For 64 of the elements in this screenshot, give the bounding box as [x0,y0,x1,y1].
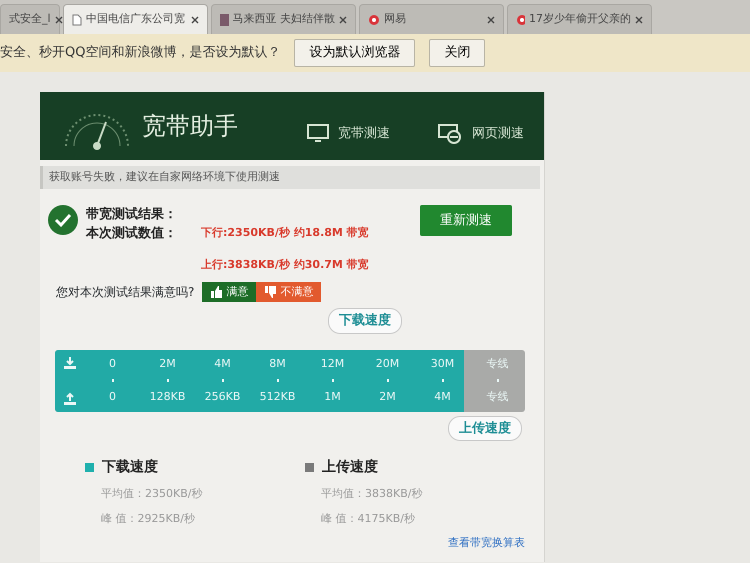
tab-title: 中国电信广东公司宽 [86,11,185,28]
thumbs-down-icon [264,286,276,298]
close-icon[interactable] [635,16,643,24]
page-icon [72,14,82,26]
browser-tab[interactable]: 网易 [359,4,504,34]
notice-text: 获取账号失败，建议在自家网络环境下使用测速 [40,166,540,188]
retest-button[interactable]: 重新测速 [420,204,512,236]
result-heading: 带宽测试结果： [86,206,177,224]
browser-icon [438,123,464,145]
tab-title: 网易 [384,11,406,28]
scale-label: 128KB [150,389,186,405]
tab-title: 式安全_l [9,11,51,28]
browser-tab[interactable]: 马来西亚 夫妇结伴散 [211,4,356,34]
scale-label: 12M [320,356,344,372]
browser-tab[interactable]: 中国电信广东公司宽 [63,4,208,34]
browser-tab[interactable]: 式安全_l [0,4,60,34]
download-speed-bubble: 下载速度 [328,308,402,334]
thumbs-up-icon [210,286,222,298]
conversion-link[interactable]: 查看带宽换算表 [448,535,525,552]
upload-speed-bubble: 上传速度 [448,416,522,441]
feedback-button[interactable]: 满意 [202,282,256,302]
check-icon [48,204,78,234]
average-value: 平均值：2350KB/秒 [101,486,204,502]
download-result: 下行:2350KB/秒 约18.8M 带宽 [201,224,369,240]
peak-value: 峰 值：4175KB/秒 [321,510,416,526]
infobar-message: 安全、秒开QQ空间和新浪微博，是否设为默认？ [0,44,280,62]
scale-label: 512KB [260,389,296,405]
monitor-icon [306,123,330,145]
scale-label: 256KB [204,389,240,405]
nav-link[interactable]: 网页测速 [472,124,524,144]
scale-label: 30M [430,356,454,372]
feedback-question: 您对本次测试结果满意吗? [56,284,194,301]
upload-icon [63,392,77,406]
tab-title: 马来西亚 夫妇结伴散 [232,11,335,28]
infobar-button[interactable]: 设为默认浏览器 [294,39,416,67]
legend-title: 上传速度 [322,458,378,477]
scale-label: 2M [379,389,396,405]
browser-tab[interactable]: 17岁少年偷开父亲的 [507,4,652,34]
nav-link[interactable]: 宽带测速 [338,124,390,144]
peak-value: 峰 值：2925KB/秒 [101,510,196,526]
scale-label: 1M [324,389,341,405]
scale-label: 8M [269,356,286,372]
result-label: 本次测试数值： [86,225,177,243]
tab-title: 17岁少年偷开父亲的 [529,11,631,28]
scale-label: 4M [434,389,451,405]
scale-label: 20M [376,356,400,372]
average-value: 平均值：3838KB/秒 [321,486,424,502]
upload-result: 上行:3838KB/秒 约30.7M 带宽 [201,257,369,273]
close-icon[interactable] [54,16,63,24]
close-icon[interactable] [191,16,199,24]
infobar-button[interactable]: 关闭 [429,39,486,67]
download-icon [63,356,77,370]
close-icon[interactable] [487,16,495,24]
scale-label: 专线 [486,389,508,405]
legend-title: 下载速度 [102,458,158,477]
scale-label: 2M [159,356,176,372]
close-icon[interactable] [339,16,347,24]
scale-label: 4M [214,356,231,372]
feedback-button[interactable]: 不满意 [256,282,322,302]
scale-label: 0 [109,389,116,405]
tile-icon [220,14,228,26]
scale-label: 专线 [486,356,508,372]
app-title: 宽带助手 [142,111,238,142]
scale-label: 0 [109,356,116,372]
